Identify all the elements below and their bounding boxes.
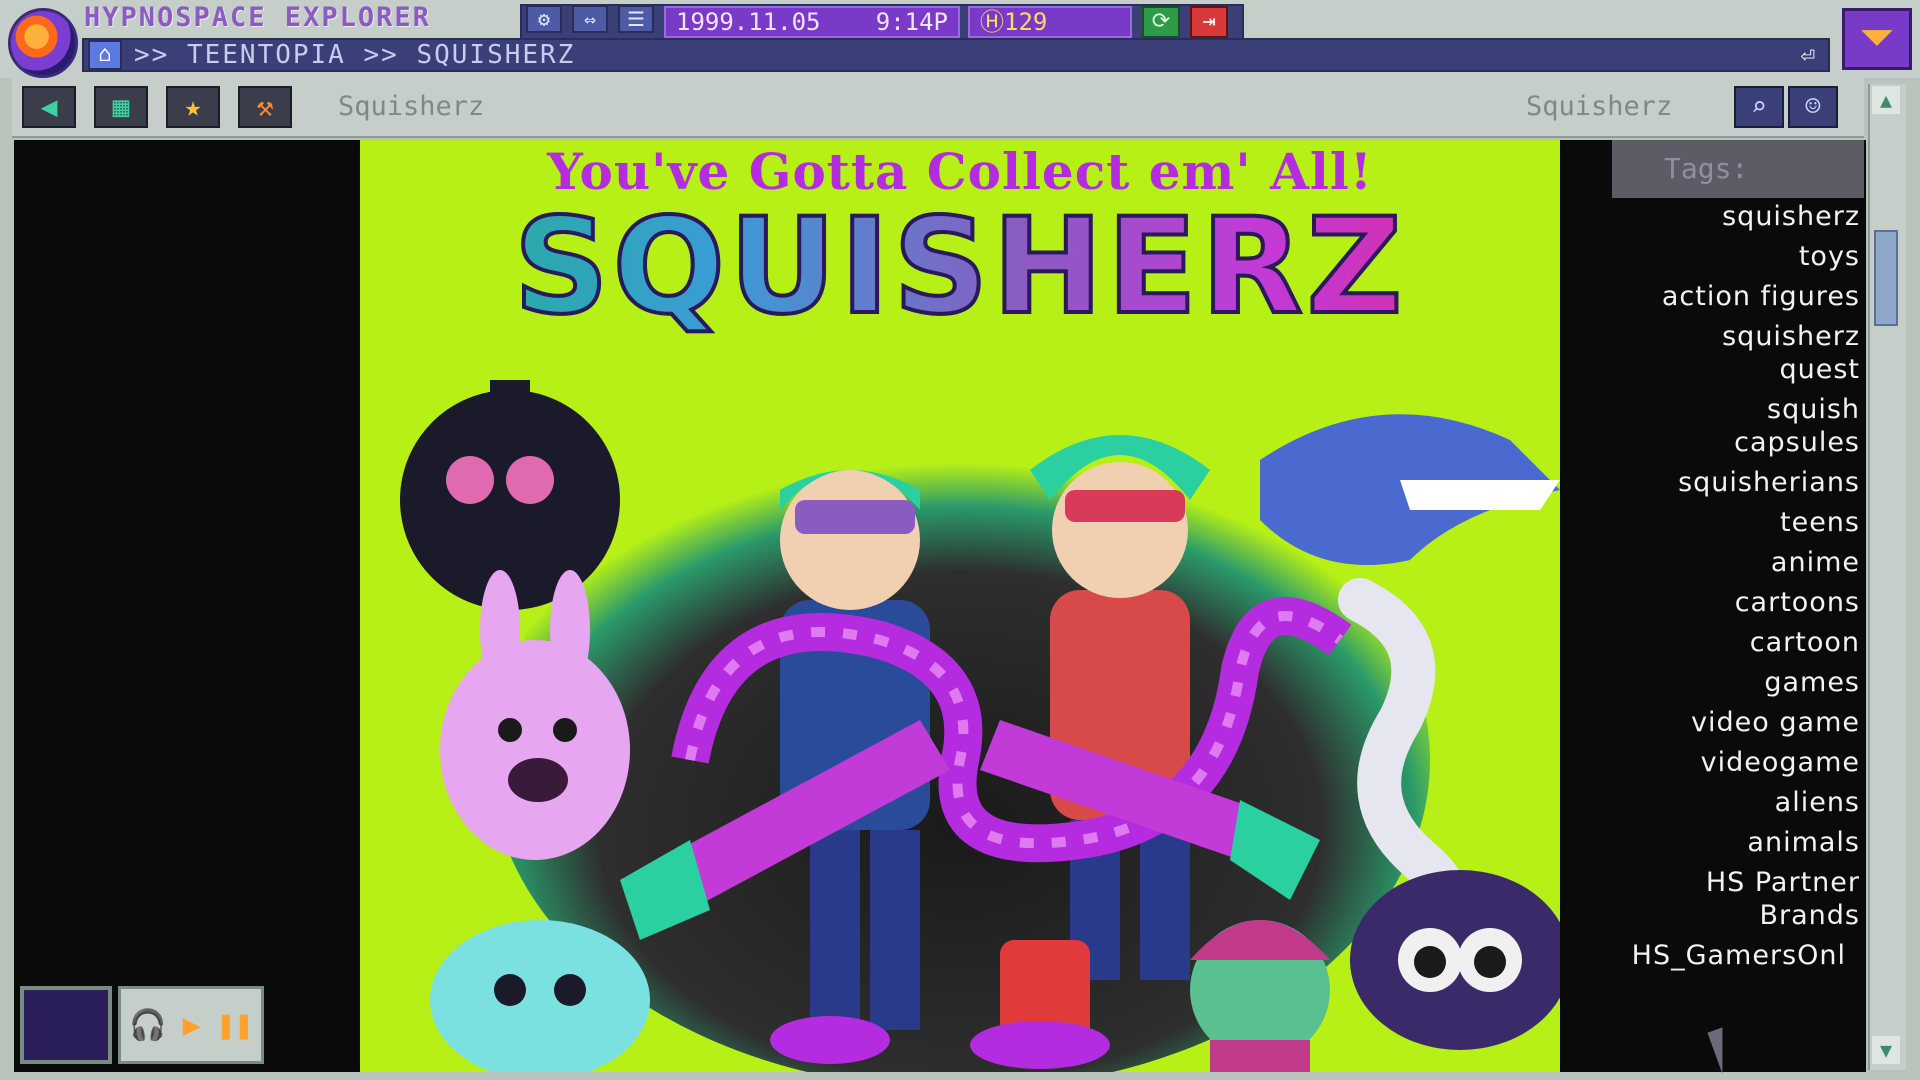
tag-link[interactable]: games [1560, 666, 1860, 699]
tag-link[interactable]: aliens [1560, 786, 1860, 819]
hypnocoin-counter: Ⓗ129 [968, 6, 1132, 38]
tag-link[interactable]: video game [1560, 706, 1860, 739]
player-artwork [20, 986, 112, 1064]
hero-banner: You've Gotta Collect em' All! SQUISHERZ [360, 140, 1560, 1072]
tag-link[interactable]: squisherz [1560, 200, 1860, 233]
resize-icon[interactable]: ⇔ [572, 5, 608, 33]
refresh-icon[interactable]: ⟳ [1142, 6, 1180, 38]
pause-icon[interactable]: ❚❚ [217, 1008, 253, 1043]
search-icon[interactable]: ⌕ [1734, 86, 1784, 128]
scroll-down-icon[interactable]: ▼ [1872, 1036, 1900, 1064]
play-icon[interactable]: ▶ [183, 1008, 201, 1043]
tag-link[interactable]: squisherz quest [1560, 320, 1860, 386]
tags-header: Tags: [1612, 140, 1864, 198]
exit-icon[interactable]: ⇥ [1190, 6, 1228, 38]
breadcrumb[interactable]: >> TEENTOPIA >> SQUISHERZ [134, 38, 575, 72]
tag-link[interactable]: HS Partner Brands [1560, 866, 1860, 932]
tag-link[interactable]: squish capsules [1560, 393, 1860, 459]
tag-link[interactable]: animals [1560, 826, 1860, 859]
home-icon[interactable]: ⌂ [88, 40, 122, 70]
creature-bomb [400, 380, 620, 610]
app-logo-icon[interactable] [8, 8, 78, 78]
tag-link[interactable]: cartoons [1560, 586, 1860, 619]
creature-skull-bat [1350, 870, 1560, 1050]
app-title: HYPNOSPACE EXPLORER [84, 2, 431, 33]
creature-zombie [1190, 920, 1330, 1072]
gavel-icon[interactable]: ⚒ [238, 86, 292, 128]
squisherz-logo: SQUISHERZ [360, 190, 1560, 344]
creature-dragon [1260, 414, 1560, 565]
tag-link[interactable]: cartoon [1560, 626, 1860, 659]
gallery-icon[interactable]: ▦ [94, 86, 148, 128]
tags-list: squisherz toys action figures squisherz … [1560, 200, 1860, 979]
clock-display: 1999.11.05 9:14P [664, 6, 960, 38]
scroll-thumb[interactable] [1874, 230, 1898, 326]
hero-illustration [400, 380, 1560, 1072]
star-icon[interactable]: ★ [166, 86, 220, 128]
headphones-icon[interactable]: 🎧 [129, 1008, 166, 1043]
list-menu-icon[interactable]: ☰ [618, 5, 654, 33]
tag-link[interactable]: squisherians [1560, 466, 1860, 499]
time-text: 9:14P [875, 8, 948, 36]
user-icon[interactable]: ☺ [1788, 86, 1838, 128]
tag-link[interactable]: HS_GamersOnl [1560, 939, 1860, 972]
settings-gear-icon[interactable]: ⚙ [526, 5, 562, 33]
minimize-button[interactable]: ⏷ [1842, 8, 1912, 70]
return-icon[interactable]: ⏎ [1790, 42, 1826, 68]
page-title: Squisherz [338, 91, 485, 122]
back-arrow-icon[interactable]: ◀ [22, 86, 76, 128]
tag-link[interactable]: teens [1560, 506, 1860, 539]
media-player-controls: 🎧 ▶ ❚❚ [118, 986, 264, 1064]
tag-link[interactable]: action figures [1560, 280, 1860, 313]
page-title-secondary: Squisherz [1526, 91, 1673, 122]
tag-link[interactable]: toys [1560, 240, 1860, 273]
scroll-up-icon[interactable]: ▲ [1872, 86, 1900, 114]
tag-link[interactable]: anime [1560, 546, 1860, 579]
tag-link[interactable]: videogame [1560, 746, 1860, 779]
date-text: 1999.11.05 [676, 8, 821, 36]
